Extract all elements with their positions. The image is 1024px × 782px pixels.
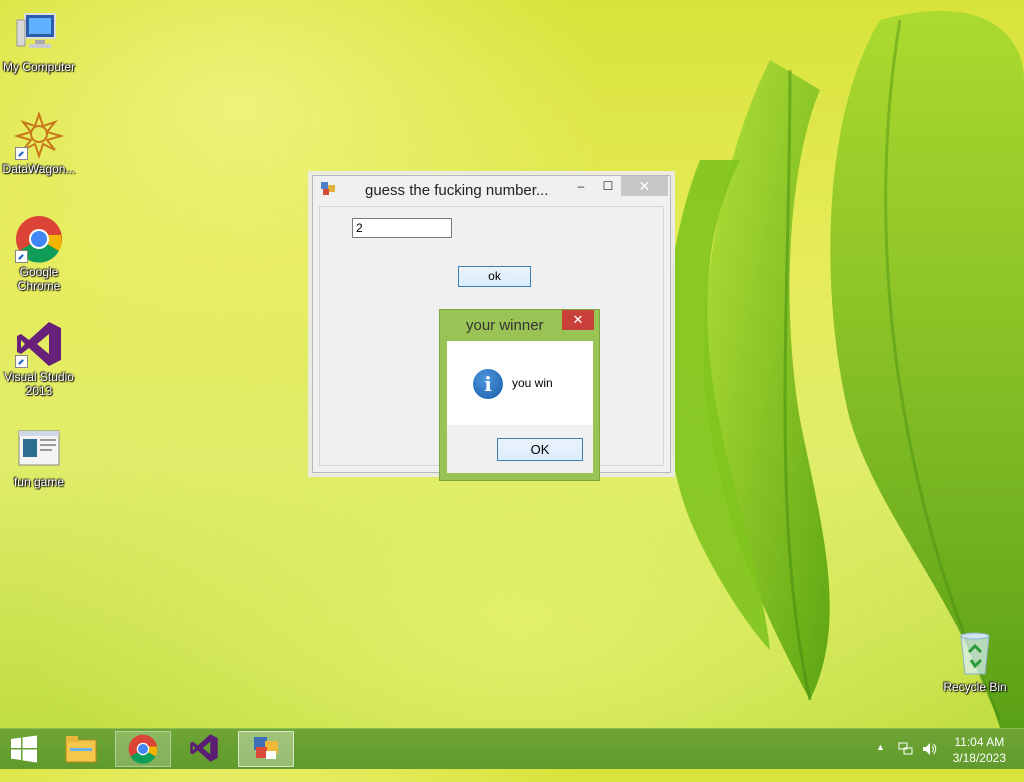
dialog-body: i you win	[447, 341, 593, 425]
taskbar-fun-game[interactable]	[238, 731, 294, 767]
start-button[interactable]	[0, 731, 48, 767]
minimize-button[interactable]: –	[567, 176, 595, 196]
desktop-icon-visual-studio[interactable]: Visual Studio 2013	[0, 320, 81, 398]
desktop-icon-label: Google Chrome	[17, 265, 61, 293]
dialog-footer: OK	[447, 425, 593, 473]
network-icon[interactable]	[898, 741, 914, 757]
clock-time: 11:04 AM	[954, 735, 1005, 749]
visual-studio-icon	[190, 734, 218, 762]
taskbar-file-explorer[interactable]	[53, 731, 109, 767]
tray-show-hidden-icons[interactable]: ▲	[876, 742, 885, 782]
taskbar-visual-studio[interactable]	[177, 731, 233, 767]
desktop-icon-my-computer[interactable]: My Computer	[0, 10, 81, 74]
desktop-icon-label: Recycle Bin	[943, 680, 1007, 694]
chrome-icon	[15, 215, 63, 263]
ok-button[interactable]: ok	[458, 266, 531, 287]
recycle-bin-icon	[951, 630, 999, 678]
desktop-icon-label: fun game	[13, 475, 65, 489]
desktop-icon-label: Visual Studio 2013	[4, 370, 74, 398]
number-input[interactable]	[352, 218, 452, 238]
desktop-icon-label: My Computer	[2, 60, 76, 74]
desktop-icon-google-chrome[interactable]: Google Chrome	[0, 215, 81, 293]
shortcut-arrow-icon	[15, 355, 28, 368]
shortcut-arrow-icon	[15, 147, 28, 160]
shortcut-arrow-icon	[15, 250, 28, 263]
computer-icon	[15, 10, 63, 58]
desktop-icon-recycle-bin[interactable]: Recycle Bin	[933, 630, 1017, 694]
volume-icon[interactable]	[922, 741, 938, 757]
dialog-title: your winner	[466, 317, 544, 334]
taskbar-google-chrome[interactable]	[115, 731, 171, 767]
desktop-icon-datawagon[interactable]: DataWagon...	[0, 110, 81, 176]
visual-studio-icon	[15, 320, 63, 368]
dialog-message: you win	[512, 376, 553, 390]
dialog-close-button[interactable]: ✕	[562, 310, 594, 330]
dialog-ok-button[interactable]: OK	[497, 438, 583, 461]
taskbar-clock[interactable]: 11:04 AM 3/18/2023	[953, 734, 1006, 766]
fun-game-icon	[15, 425, 63, 473]
maximize-button[interactable]: ☐	[594, 176, 622, 196]
chrome-icon	[128, 734, 158, 764]
window-title: guess the fucking number...	[365, 182, 549, 199]
desktop-icon-label: DataWagon...	[2, 162, 76, 176]
message-box-dialog[interactable]: your winner ✕ i you win OK	[439, 309, 600, 481]
datawagon-icon	[13, 110, 65, 160]
window-titlebar[interactable]: guess the fucking number... – ☐ ✕	[313, 176, 670, 204]
close-button[interactable]: ✕	[621, 176, 668, 196]
app-window-icon	[321, 182, 335, 196]
folder-icon	[65, 736, 97, 763]
fun-game-icon	[254, 737, 278, 759]
windows-logo-icon	[11, 735, 37, 763]
desktop-icon-fun-game[interactable]: fun game	[0, 425, 81, 489]
clock-date: 3/18/2023	[952, 751, 1006, 765]
taskbar: ▲ 11:04 AM 3/18/2023	[0, 728, 1024, 769]
information-icon: i	[473, 369, 503, 399]
